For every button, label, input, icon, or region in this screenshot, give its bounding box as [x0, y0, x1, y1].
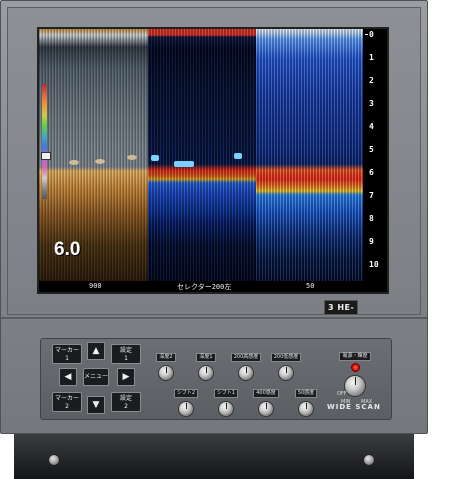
knob-depth-2[interactable]: 深度2	[147, 343, 185, 381]
fish-echo	[69, 160, 79, 165]
fish-echo	[151, 155, 159, 161]
power-led-icon	[350, 363, 360, 372]
depth-label: 2	[369, 76, 374, 85]
knob-label: 50感度	[294, 389, 318, 398]
rotary-knob-icon[interactable]	[178, 401, 194, 417]
depth-label: 9	[369, 237, 374, 246]
power-knob-icon[interactable]	[344, 375, 366, 397]
control-panel: マーカー 1 マーカー 2 設定 1 設定 2 ▲ ▼ ◀ ▶ メニュー 深度2…	[40, 338, 392, 420]
rotary-knob-icon[interactable]	[258, 401, 274, 417]
key-label: 設定	[119, 347, 132, 354]
depth-label: 10	[369, 260, 379, 269]
key-label: 2	[65, 403, 69, 410]
screw-icon	[363, 454, 375, 466]
key-label: 1	[65, 355, 69, 362]
screw-icon	[48, 454, 60, 466]
scale-marker	[41, 152, 51, 160]
menu-button[interactable]: メニュー	[83, 368, 109, 386]
panel1-range-label: 900	[89, 282, 102, 290]
setting-1-button[interactable]: 設定 1	[111, 344, 141, 364]
depth-label: 5	[369, 145, 374, 154]
color-scale-bar	[42, 84, 47, 199]
echogram-panel-mid-freq	[148, 29, 256, 281]
fish-echo	[234, 153, 242, 159]
marker-2-button[interactable]: マーカー 2	[52, 392, 82, 412]
depth-label: 0	[369, 30, 374, 39]
fish-echo	[174, 161, 194, 167]
panel2-range-label: セレクター200左	[177, 283, 232, 291]
knob-label: シフト2	[173, 389, 199, 398]
echogram-panel-low-freq: 6.0	[39, 29, 148, 281]
knob-200-low-gain[interactable]: 200低感度	[267, 343, 305, 381]
knob-shift-2[interactable]: シフト2	[167, 379, 205, 417]
power-brightness-control[interactable]: 電源・輝度	[333, 342, 377, 397]
knob-label: 200低感度	[270, 353, 302, 362]
key-label: マーカー	[54, 347, 79, 354]
depth-tick	[365, 34, 368, 35]
rotary-knob-icon[interactable]	[298, 401, 314, 417]
fish-echo	[127, 155, 137, 160]
depth-label: 8	[369, 214, 374, 223]
knob-label: 200高感度	[230, 353, 262, 362]
depth-label: 7	[369, 191, 374, 200]
knob-400-gain[interactable]: 400感度	[247, 379, 285, 417]
arrow-left-button[interactable]: ◀	[59, 368, 77, 386]
knob-depth-1[interactable]: 深度1	[187, 343, 225, 381]
knob-label: シフト1	[213, 389, 239, 398]
knob-50-gain[interactable]: 50感度	[287, 379, 325, 417]
marker-1-button[interactable]: マーカー 1	[52, 344, 82, 364]
setting-2-button[interactable]: 設定 2	[111, 392, 141, 412]
power-mark-off: OFF	[337, 391, 347, 397]
depth-label: 6	[369, 168, 374, 177]
key-label: マーカー	[54, 395, 79, 402]
fish-echo	[95, 159, 105, 164]
panel3-range-label: 50	[306, 282, 315, 290]
power-label: 電源・輝度	[339, 352, 371, 361]
key-label: 設定	[119, 395, 132, 402]
depth-label: 3	[369, 99, 374, 108]
echogram-panel-wide-scan	[256, 29, 363, 281]
depth-label: 1	[369, 53, 374, 62]
arrow-up-button[interactable]: ▲	[87, 342, 105, 360]
key-label: 2	[124, 403, 128, 410]
rotary-knob-icon[interactable]	[218, 401, 234, 417]
knob-label: 深度2	[156, 353, 176, 362]
knob-200-high-gain[interactable]: 200高感度	[227, 343, 265, 381]
display-screen: 6.0 0 1 2 3 4 5 6 7 8 9 10 900 セレクター200左…	[37, 27, 389, 294]
panel-divider	[1, 317, 427, 319]
arrow-down-button[interactable]: ▼	[87, 396, 105, 414]
knob-label: 深度1	[196, 353, 216, 362]
knob-label: 400感度	[253, 389, 279, 398]
model-badge: 3 HE-	[324, 300, 359, 315]
arrow-right-button[interactable]: ▶	[117, 368, 135, 386]
depth-scale: 0 1 2 3 4 5 6 7 8 9 10	[363, 29, 387, 281]
device-stand	[14, 434, 414, 479]
depth-readout: 6.0	[54, 239, 81, 260]
knob-shift-1[interactable]: シフト1	[207, 379, 245, 417]
brand-label: WIDE SCAN	[327, 403, 381, 411]
depth-label: 4	[369, 122, 374, 131]
key-label: 1	[124, 355, 128, 362]
